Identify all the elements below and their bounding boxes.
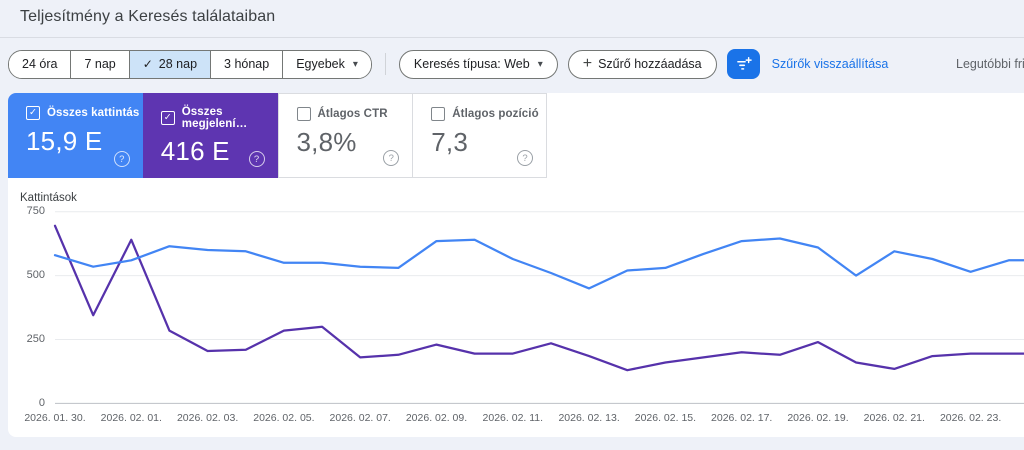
plus-icon: +	[582, 55, 593, 72]
toolbar-divider	[384, 53, 386, 75]
search-type-label: Keresés típusa: Web	[413, 57, 530, 71]
date-range-24-óra[interactable]: 24 óra	[9, 50, 71, 78]
search-type-button[interactable]: Keresés típusa: Web ▾	[398, 49, 558, 79]
add-filter-button[interactable]: + Szűrő hozzáadása	[567, 49, 717, 79]
metric-label: Összes megjelení…	[181, 106, 248, 130]
help-circle-icon[interactable]: ?	[383, 150, 400, 166]
date-range-label: Egyebek	[296, 57, 345, 71]
date-range-7-nap[interactable]: 7 nap	[70, 50, 129, 78]
reset-filters-link[interactable]: Szűrők visszaállítása	[772, 57, 889, 71]
filter-compare-button[interactable]	[726, 49, 760, 79]
date-range-label: 28 nap	[158, 57, 198, 71]
date-range-3-hónap[interactable]: 3 hónap	[210, 50, 283, 78]
chevron-down-icon: ▾	[352, 58, 358, 70]
help-circle-icon[interactable]: ?	[113, 151, 130, 167]
checkbox-checked[interactable]: ✓	[26, 106, 40, 120]
metric-card-összes-megjelení-[interactable]: ✓ Összes megjelení… 416 E?	[142, 93, 278, 178]
series-line-összes-kattintás	[53, 237, 1024, 290]
chevron-down-icon: ▾	[537, 58, 543, 70]
help-circle-icon[interactable]: ?	[517, 150, 533, 166]
metric-label: Összes kattintás	[47, 107, 140, 119]
checkbox-checked[interactable]: ✓	[160, 111, 175, 125]
date-range-egyebek[interactable]: Egyebek ▾	[282, 50, 371, 78]
metric-card-átlagos-pozíció[interactable]: Átlagos pozíció 7,3?	[412, 93, 547, 178]
date-range-label: 24 óra	[22, 57, 58, 71]
date-range-label: 7 nap	[84, 57, 116, 71]
date-range-label: 3 hónap	[224, 57, 270, 71]
metric-label: Átlagos CTR	[317, 108, 388, 120]
checkbox-unchecked[interactable]	[431, 107, 446, 121]
check-icon: ✓	[142, 57, 153, 71]
toolbar: 24 óra 7 nap ✓ 28 nap 3 hónap Egyebek ▾ Keresé…	[8, 49, 889, 79]
metric-card-átlagos-ctr[interactable]: Átlagos CTR 3,8%?	[277, 93, 413, 178]
page-title: Teljesítmény a Keresés találataiban	[20, 8, 276, 25]
help-circle-icon[interactable]: ?	[248, 151, 265, 167]
date-range-28-nap[interactable]: ✓ 28 nap	[128, 50, 211, 78]
metric-cards: ✓ Összes kattintás 15,9 E? ✓ Összes megjelen…	[8, 93, 547, 178]
header-divider	[0, 37, 1024, 38]
checkbox-unchecked[interactable]	[296, 107, 311, 121]
metric-card-összes-kattintás[interactable]: ✓ Összes kattintás 15,9 E?	[8, 93, 143, 178]
filter-plus-icon	[736, 56, 752, 70]
performance-page: Teljesítmény a Keresés találataiban 24 ó…	[0, 0, 1024, 450]
metric-label: Átlagos pozíció	[452, 108, 539, 120]
series-line-összes-megjelenítés	[53, 224, 1024, 372]
date-range-segmented: 24 óra 7 nap ✓ 28 nap 3 hónap Egyebek ▾	[8, 49, 372, 79]
add-filter-label: Szűrő hozzáadása	[598, 57, 702, 71]
last-updated-text: Legutóbbi fris	[956, 57, 1024, 71]
line-chart[interactable]	[0, 190, 1024, 418]
